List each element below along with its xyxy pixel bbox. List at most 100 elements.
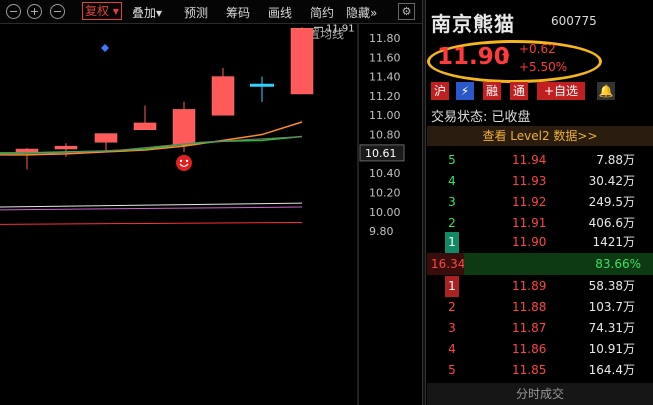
price-change: +0.62 bbox=[519, 42, 556, 56]
menu-jianyue[interactable]: 简约 bbox=[310, 4, 334, 21]
ask-volume: 1421万 bbox=[592, 235, 635, 249]
ask-level: 4 bbox=[448, 174, 456, 188]
ma-line-gray bbox=[0, 135, 303, 155]
gear-icon[interactable]: ⚙ bbox=[398, 3, 415, 20]
y-tick-label: 11.80 bbox=[369, 32, 401, 45]
bid-price: 11.89 bbox=[512, 279, 547, 293]
candle-body bbox=[54, 145, 78, 150]
minus-circle-icon[interactable]: − bbox=[6, 4, 21, 19]
bid-price: 11.85 bbox=[512, 363, 547, 377]
candle-body bbox=[172, 109, 196, 146]
ask-level: 5 bbox=[448, 153, 456, 167]
badge-rong[interactable]: 融 bbox=[483, 82, 501, 100]
chart-toolbar: − + − 复权 ▾ 叠加▾ 预测 筹码 画线 简约 隐藏» ⚙ bbox=[0, 0, 422, 24]
ask-price: 11.90 bbox=[512, 235, 547, 249]
ask-volume: 30.42万 bbox=[588, 174, 635, 188]
indicator-line-pink bbox=[0, 206, 303, 211]
y-tick-label: 10.40 bbox=[369, 167, 401, 180]
add-watchlist-button[interactable]: +自选 bbox=[537, 82, 585, 100]
bid-row-3: 3 11.87 74.31万 bbox=[427, 318, 653, 339]
smiley-eye bbox=[185, 159, 189, 163]
kline-chart[interactable]: 11.8011.6011.4011.2011.0010.8010.6010.40… bbox=[0, 24, 422, 405]
stock-name: 南京熊猫 bbox=[431, 12, 515, 36]
ask-row-4: 4 11.93 30.42万 bbox=[427, 171, 653, 192]
menu-label: 叠加 bbox=[132, 6, 157, 20]
candle-body bbox=[290, 28, 314, 95]
ask-price: 11.93 bbox=[512, 174, 547, 188]
ask-level: 1 bbox=[445, 232, 459, 253]
y-tick-label: 11.20 bbox=[369, 90, 401, 103]
caret-down-icon: ▾ bbox=[112, 4, 119, 18]
bid-volume: 10.91万 bbox=[588, 342, 635, 356]
bid-volume: 164.4万 bbox=[588, 363, 635, 377]
trade-status: 交易状态: 已收盘 bbox=[431, 110, 531, 125]
up-arrow-icon: ⬆ bbox=[499, 48, 513, 67]
candle-body bbox=[133, 122, 157, 130]
indicator-line-red bbox=[0, 221, 303, 225]
bid-price: 11.87 bbox=[512, 321, 547, 335]
candle-body bbox=[211, 76, 235, 116]
badge-tong[interactable]: 通 bbox=[510, 82, 528, 100]
ask-price: 11.91 bbox=[512, 216, 547, 230]
y-tick-label: 11.40 bbox=[369, 71, 401, 84]
badge-lightning-icon[interactable]: ⚡ bbox=[456, 82, 474, 100]
menu-yuce[interactable]: 预测 bbox=[184, 4, 208, 21]
bid-price: 11.86 bbox=[512, 342, 547, 356]
ask-volume: 249.5万 bbox=[588, 195, 635, 209]
buy-sell-ratio-bar: 16.34% 83.66% bbox=[427, 253, 653, 275]
y-tick-label: 11.00 bbox=[369, 109, 401, 122]
bid-level: 4 bbox=[448, 342, 456, 356]
current-price-label: 10.61 bbox=[365, 147, 397, 160]
ask-level: 3 bbox=[448, 195, 456, 209]
ask-row-1: 1 11.90 1421万 bbox=[427, 232, 653, 253]
stock-code: 600775 bbox=[551, 14, 597, 28]
more-icon: » bbox=[370, 6, 378, 20]
badge-hu[interactable]: 沪 bbox=[431, 82, 449, 100]
bid-volume: 58.38万 bbox=[588, 279, 635, 293]
quote-panel: 南京熊猫 600775 11.90 ⬆ +0.62 +5.50% 沪 ⚡ 融 通… bbox=[427, 0, 653, 405]
ask-volume: 406.6万 bbox=[588, 216, 635, 230]
panel-divider[interactable] bbox=[422, 0, 426, 405]
ratio-right: 83.66% bbox=[464, 253, 653, 275]
high-price-label: 11.91 bbox=[326, 24, 355, 34]
y-tick-label: 11.60 bbox=[369, 51, 401, 64]
y-tick-label: 10.20 bbox=[369, 187, 401, 200]
menu-diejia[interactable]: 叠加▾ bbox=[132, 4, 162, 21]
level2-link[interactable]: 查看 Level2 数据>> bbox=[427, 126, 653, 146]
bid-level: 3 bbox=[448, 321, 456, 335]
ask-price: 11.94 bbox=[512, 153, 547, 167]
menu-fuquan[interactable]: 复权 ▾ bbox=[82, 2, 122, 20]
tick-trades-tab[interactable]: 分时成交 bbox=[427, 383, 653, 405]
y-tick-label: 9.80 bbox=[369, 225, 394, 238]
ask-volume: 7.88万 bbox=[596, 153, 635, 167]
bid-row-1: 1 11.89 58.38万 bbox=[427, 276, 653, 297]
menu-label: 隐藏 bbox=[346, 6, 371, 20]
ask-price: 11.92 bbox=[512, 195, 547, 209]
ask-row-3: 3 11.92 249.5万 bbox=[427, 192, 653, 213]
menu-chouma[interactable]: 筹码 bbox=[226, 4, 250, 21]
menu-yincang[interactable]: 隐藏» bbox=[346, 4, 377, 21]
smiley-eye bbox=[179, 159, 183, 163]
bid-level: 2 bbox=[448, 300, 456, 314]
menu-huaxian[interactable]: 画线 bbox=[268, 4, 292, 21]
bid-row-5: 5 11.85 164.4万 bbox=[427, 360, 653, 381]
bid-row-2: 2 11.88 103.7万 bbox=[427, 297, 653, 318]
ratio-left: 16.34% bbox=[427, 253, 477, 275]
bid-row-4: 4 11.86 10.91万 bbox=[427, 339, 653, 360]
bid-volume: 74.31万 bbox=[588, 321, 635, 335]
smiley-icon bbox=[176, 154, 192, 171]
minus-circle-icon[interactable]: − bbox=[50, 4, 65, 19]
y-tick-label: 10.00 bbox=[369, 206, 401, 219]
ask-row-2: 2 11.91 406.6万 bbox=[427, 213, 653, 234]
bid-level: 1 bbox=[445, 276, 459, 297]
bid-level: 5 bbox=[448, 363, 456, 377]
candle-body bbox=[94, 133, 118, 143]
caret-down-icon: ▾ bbox=[156, 6, 163, 20]
plus-circle-icon[interactable]: + bbox=[27, 4, 42, 19]
bid-price: 11.88 bbox=[512, 300, 547, 314]
bid-volume: 103.7万 bbox=[588, 300, 635, 314]
bell-icon[interactable]: 🔔 bbox=[597, 82, 615, 100]
price-change-pct: +5.50% bbox=[519, 60, 568, 74]
candle-body bbox=[15, 148, 39, 153]
kline-svg: 11.8011.6011.4011.2011.0010.8010.6010.40… bbox=[0, 24, 405, 405]
